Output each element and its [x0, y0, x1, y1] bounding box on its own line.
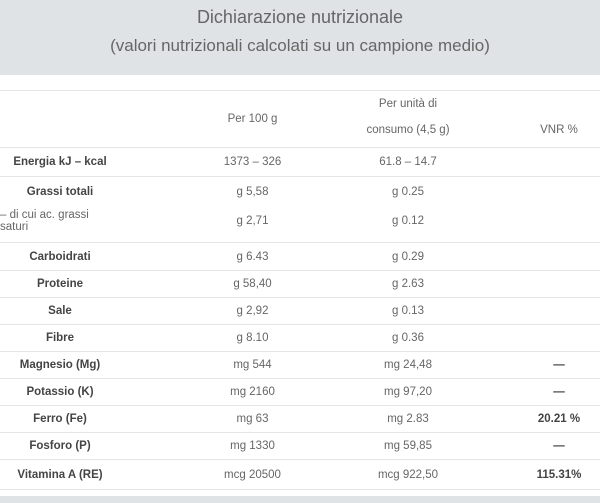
table-row: Fibre g 8.10 g 0.36 [0, 324, 600, 351]
nutrient-label: Energia kJ – kcal [13, 156, 107, 168]
nutrient-label: Carboidrati [29, 250, 91, 263]
value-per-unit: 61.8 – 14.7 [379, 156, 437, 168]
table-row: Ferro (Fe) mg 63 mg 2.83 20.21 % [0, 405, 600, 432]
table-row: Carboidrati g 6.43 g 0.29 [0, 242, 600, 270]
value-per-100g: mg 544 [233, 359, 272, 371]
value-vnr: — [553, 359, 565, 371]
value-per-unit: mg 2.83 [387, 413, 429, 425]
value-vnr: 115.31% [536, 468, 582, 481]
nutrient-label: Fosforo (P) [29, 440, 91, 452]
table-row: Magnesio (Mg) mg 544 mg 24,48 — [0, 351, 600, 378]
page-title: Dichiarazione nutrizionale [196, 7, 404, 27]
value-per-unit: g 0.29 [392, 250, 424, 263]
value-per-unit: mcg 922,50 [377, 468, 439, 481]
value-vnr [518, 298, 600, 324]
column-header-vnr: VNR % [540, 124, 578, 136]
value-per-100g: 1373 – 326 [223, 156, 282, 168]
nutrient-label: Vitamina A (RE) [17, 468, 103, 481]
value-per-unit: g 0.12 [392, 214, 424, 227]
nutrient-label: Proteine [36, 278, 83, 290]
value-vnr: — [553, 440, 565, 452]
column-header-per-100g: Per 100 g [227, 113, 278, 125]
nutrient-label: Ferro (Fe) [33, 413, 87, 425]
value-per-unit: g 0.36 [392, 332, 424, 344]
value-vnr [518, 206, 600, 235]
value-per-unit: mg 59,85 [384, 440, 432, 452]
table-header-banner: Dichiarazione nutrizionale (valori nutri… [0, 0, 600, 75]
nutrient-label: – di cui ac. grassi saturi [0, 208, 89, 233]
value-per-100g: g 58,40 [233, 278, 272, 290]
nutrient-label: Magnesio (Mg) [19, 359, 101, 371]
table-row: Vitamina A (RE) mcg 20500 mcg 922,50 115.31… [0, 459, 600, 489]
value-per-100g: g 2,71 [236, 214, 269, 227]
value-vnr [518, 271, 600, 297]
column-header-per-unit-line2: consumo (4,5 g) [366, 124, 450, 136]
value-per-unit: g 2.63 [392, 278, 424, 290]
value-per-100g: g 5,58 [236, 185, 269, 198]
value-per-100g: mg 2160 [230, 386, 275, 398]
table-row: Potassio (K) mg 2160 mg 97,20 — [0, 378, 600, 405]
nutrient-label: Potassio (K) [26, 386, 94, 398]
value-vnr: 20.21 % [537, 413, 581, 425]
value-vnr: — [553, 386, 565, 398]
value-per-100g: mcg 20500 [224, 468, 281, 481]
table-row: Sale g 2,92 g 0.13 [0, 297, 600, 324]
table-row: Grassi totali g 5,58 g 0.25 [0, 176, 600, 206]
footer-bar [0, 496, 600, 503]
nutrient-label: Fibre [45, 332, 75, 344]
value-vnr [518, 243, 600, 270]
value-per-100g: g 6.43 [236, 250, 269, 263]
column-headers: Per 100 g Per unità di consumo (4,5 g) V… [0, 90, 600, 147]
nutrient-label: Grassi totali [26, 185, 94, 198]
value-vnr [518, 177, 600, 206]
row-divider [0, 242, 600, 243]
table-row: Fosforo (P) mg 1330 mg 59,85 — [0, 432, 600, 459]
value-per-unit: mg 97,20 [384, 386, 432, 398]
nutrient-label: Sale [48, 305, 72, 317]
value-vnr [518, 325, 600, 351]
value-per-100g: g 2,92 [236, 305, 269, 317]
value-per-100g: mg 1330 [230, 440, 275, 452]
table-row: Proteine g 58,40 g 2.63 [0, 270, 600, 297]
value-per-unit: g 0.13 [392, 305, 424, 317]
column-header-per-unit-line1: Per unità di [378, 98, 438, 110]
value-per-unit: g 0.25 [392, 185, 424, 198]
value-per-100g: mg 63 [236, 413, 269, 425]
table-row: Energia kJ – kcal 1373 – 326 61.8 – 14.7 [0, 147, 600, 176]
value-vnr [518, 148, 600, 176]
page-subtitle: (valori nutrizionali calcolati su un cam… [110, 36, 490, 55]
value-per-100g: g 8.10 [236, 332, 269, 344]
value-per-unit: mg 24,48 [384, 359, 432, 371]
row-divider [0, 489, 600, 490]
table-row: – di cui ac. grassi saturi g 2,71 g 0.12 [0, 206, 600, 235]
